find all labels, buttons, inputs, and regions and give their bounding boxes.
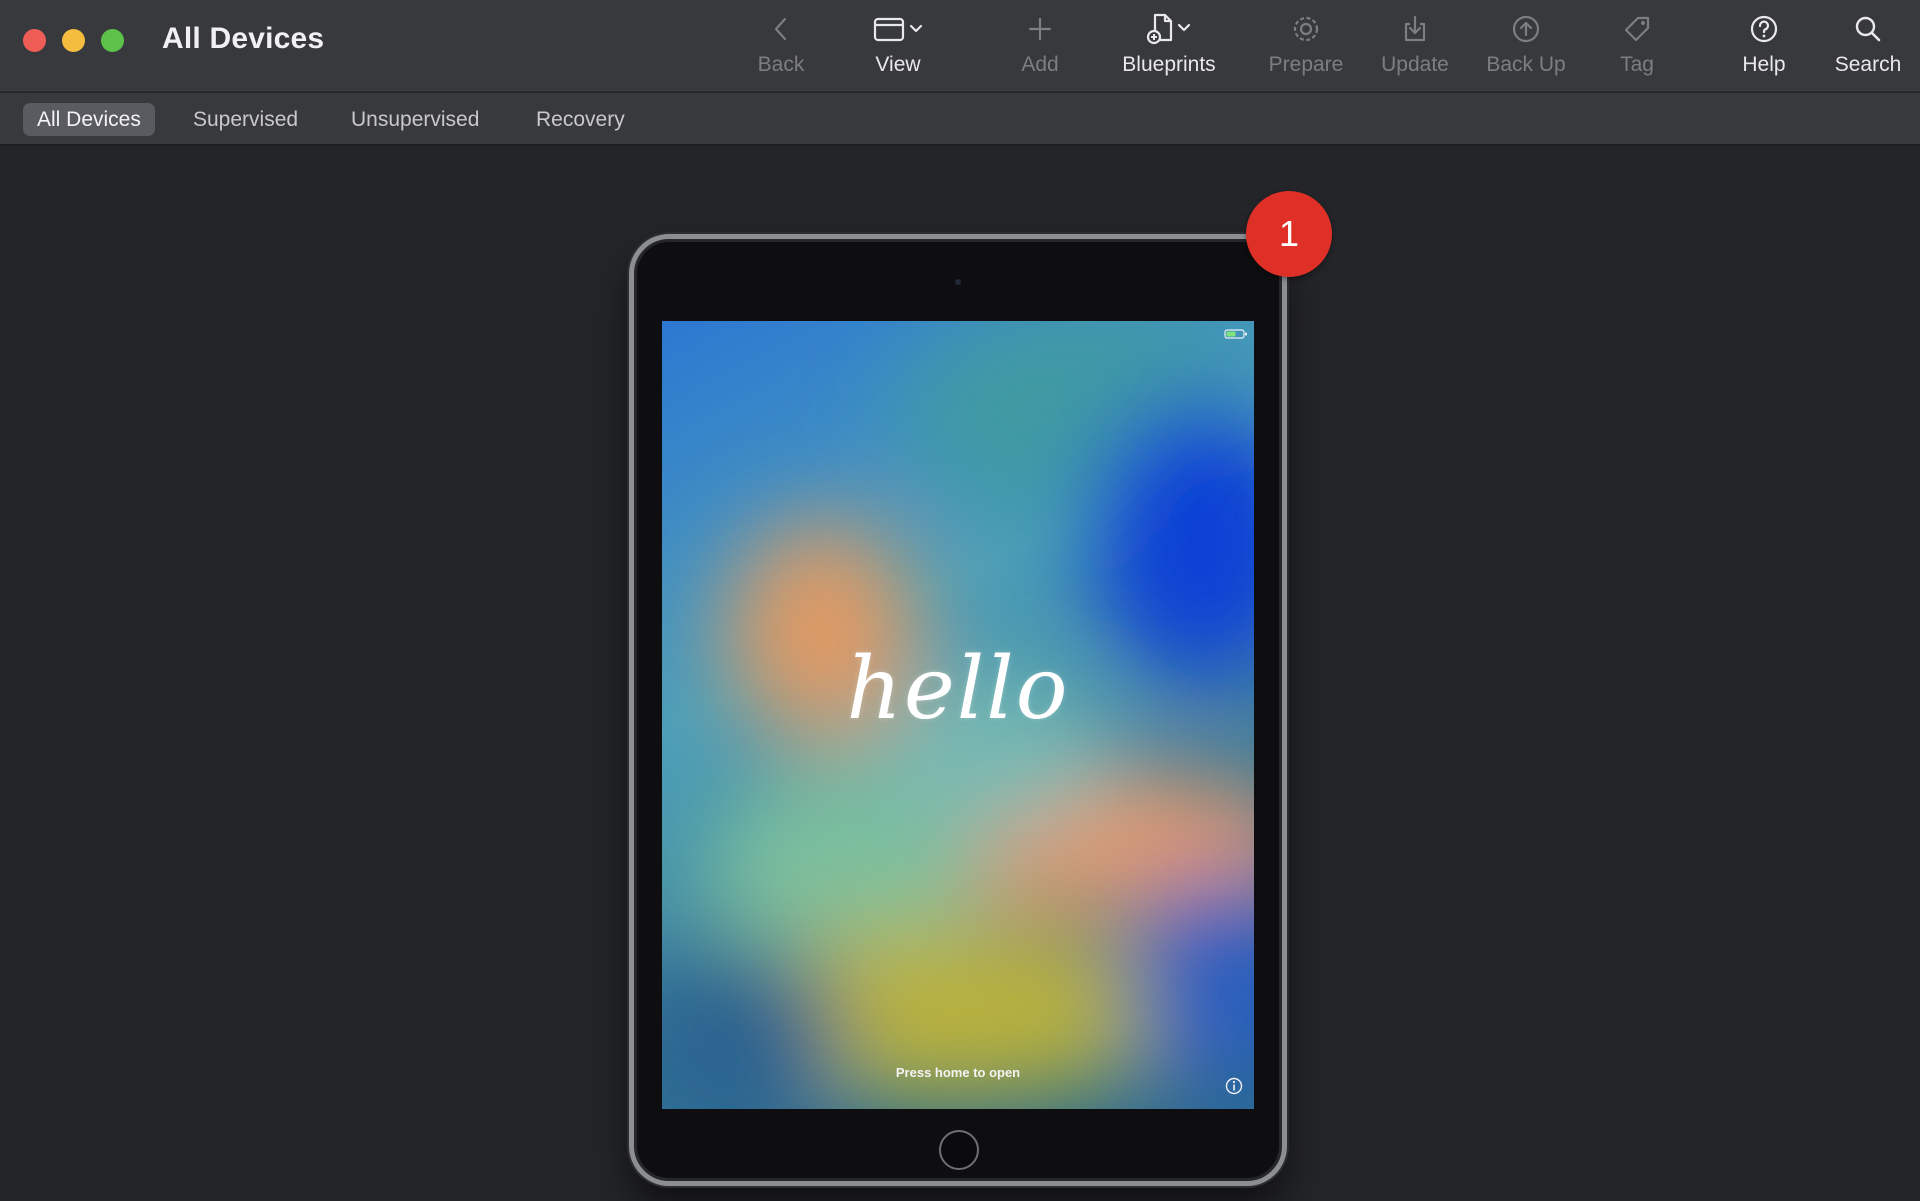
back-up-label: Back Up <box>1486 53 1566 76</box>
update-button[interactable]: Update <box>1376 10 1454 86</box>
tag-label: Tag <box>1620 53 1654 76</box>
info-icon <box>1225 1077 1243 1100</box>
device-filter-bar: All Devices Supervised Unsupervised Reco… <box>0 93 1920 146</box>
blueprint-document-icon <box>1139 10 1199 48</box>
search-button[interactable]: Search <box>1830 10 1906 86</box>
minimize-window-button[interactable] <box>62 29 85 52</box>
device-screen: hello Press home to open <box>662 321 1254 1109</box>
gear-icon <box>1291 10 1321 48</box>
battery-icon <box>1224 327 1248 345</box>
tag-button[interactable]: Tag <box>1614 10 1660 86</box>
ipad-device-tile[interactable]: hello Press home to open <box>629 234 1287 1186</box>
window-view-icon <box>868 10 928 48</box>
chevron-left-icon <box>771 10 791 48</box>
window-toolbar: All Devices Back View Add Blueprints Pre… <box>0 0 1920 92</box>
press-home-hint: Press home to open <box>895 1065 1021 1080</box>
prepare-button[interactable]: Prepare <box>1264 10 1348 86</box>
help-button[interactable]: Help <box>1738 10 1790 86</box>
arrow-up-circle-icon <box>1511 10 1541 48</box>
add-label: Add <box>1021 53 1059 76</box>
filter-unsupervised[interactable]: Unsupervised <box>337 103 493 136</box>
view-menu-button[interactable]: View <box>858 10 938 86</box>
filter-recovery[interactable]: Recovery <box>522 103 639 136</box>
back-label: Back <box>757 53 805 76</box>
close-window-button[interactable] <box>23 29 46 52</box>
download-tray-icon <box>1401 10 1429 48</box>
zoom-window-button[interactable] <box>101 29 124 52</box>
update-label: Update <box>1381 53 1449 76</box>
back-button[interactable]: Back <box>748 10 814 86</box>
front-camera <box>955 279 961 285</box>
home-button <box>939 1130 979 1170</box>
hello-greeting: hello <box>846 639 1070 739</box>
window-title: All Devices <box>162 22 325 55</box>
blueprints-menu-button[interactable]: Blueprints <box>1114 10 1224 86</box>
filter-all-devices[interactable]: All Devices <box>23 103 155 136</box>
filter-supervised[interactable]: Supervised <box>179 103 312 136</box>
blueprints-label: Blueprints <box>1122 53 1216 76</box>
view-label: View <box>875 53 921 76</box>
device-count-badge: 1 <box>1246 191 1332 277</box>
tag-icon <box>1621 10 1653 48</box>
question-circle-icon <box>1749 10 1779 48</box>
plus-icon <box>1027 10 1053 48</box>
prepare-label: Prepare <box>1268 53 1344 76</box>
search-icon <box>1853 10 1883 48</box>
back-up-button[interactable]: Back Up <box>1482 10 1570 86</box>
help-label: Help <box>1742 53 1786 76</box>
add-button[interactable]: Add <box>1016 10 1064 86</box>
search-label: Search <box>1834 53 1902 76</box>
